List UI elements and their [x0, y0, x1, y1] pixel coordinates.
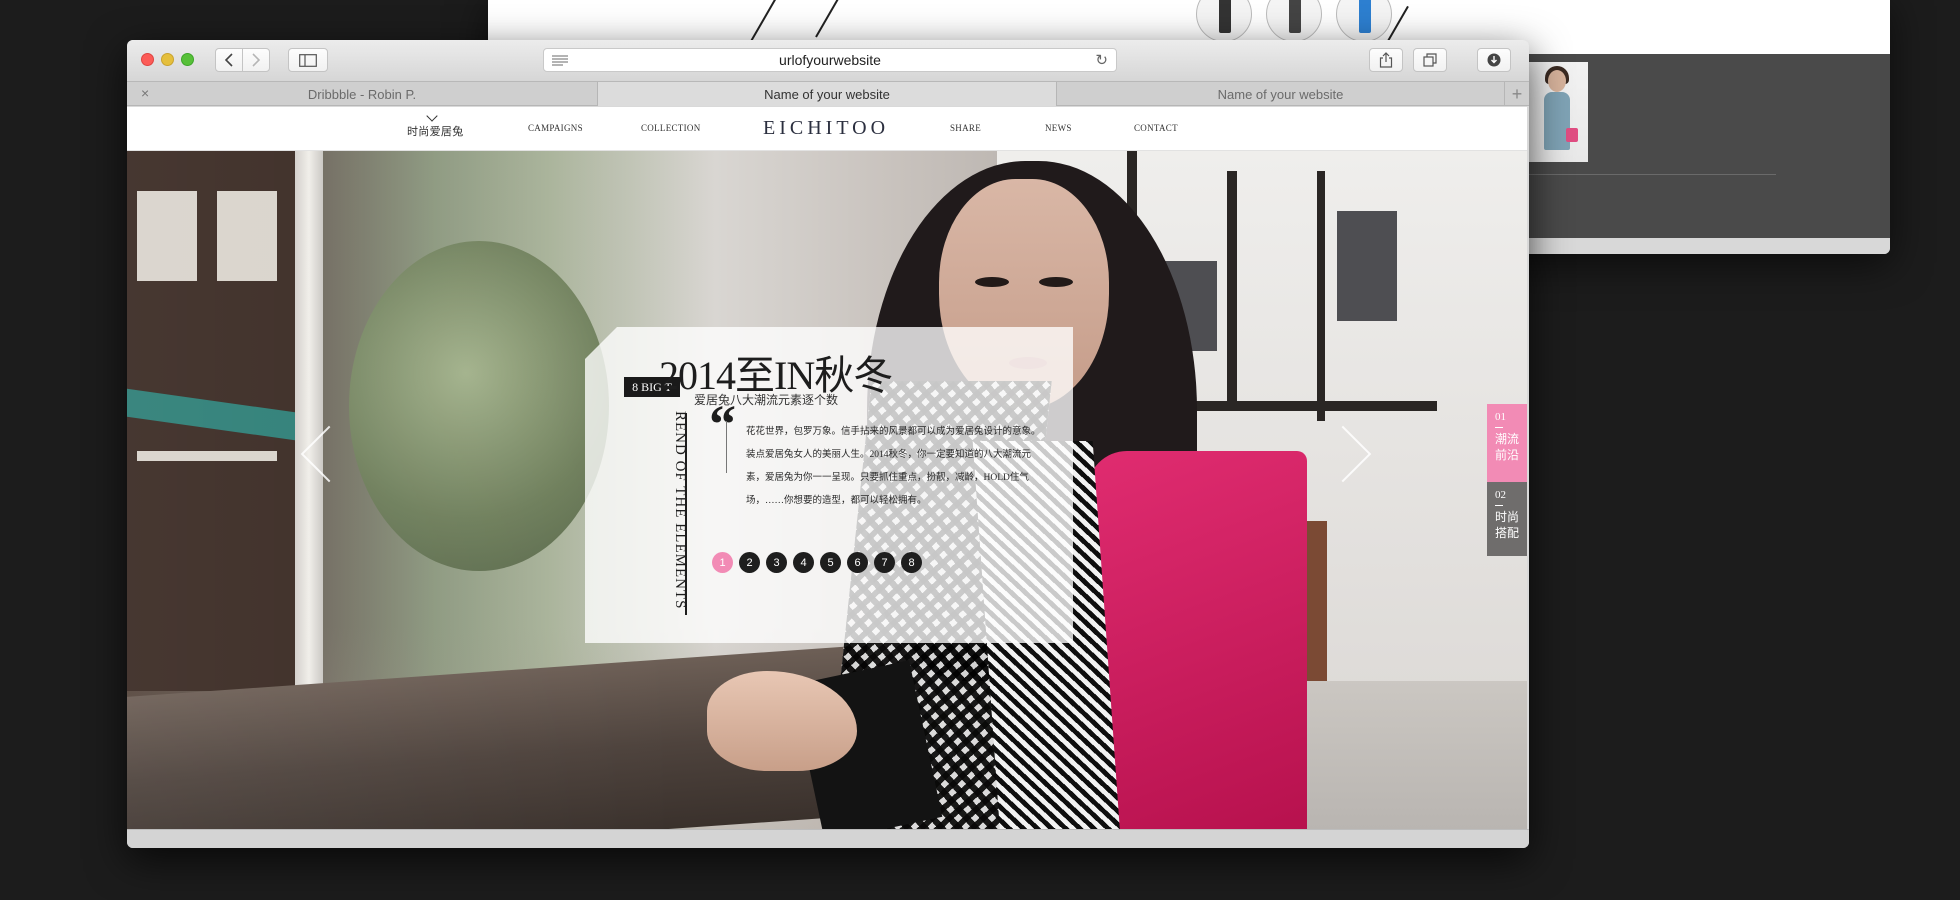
decorative-line — [815, 0, 847, 38]
tab-website-1[interactable]: Name of your website — [598, 82, 1057, 106]
site-navigation: 时尚爱居兔 CAMPAIGNS COLLECTION EICHITOO SHAR… — [127, 107, 1527, 151]
tab-dribbble[interactable]: × Dribbble - Robin P. — [127, 82, 598, 106]
page-dot-3[interactable]: 3 — [766, 552, 787, 573]
page-dot-5[interactable]: 5 — [820, 552, 841, 573]
side-tab-label: 时尚搭配 — [1495, 510, 1520, 540]
side-tab-trend[interactable]: 01 潮流前沿 — [1487, 404, 1527, 482]
side-tab-number: 01 — [1495, 411, 1506, 423]
close-window-button[interactable] — [141, 53, 154, 66]
address-bar[interactable]: urlofyourwebsite ↻ — [543, 48, 1117, 72]
page-dot-6[interactable]: 6 — [847, 552, 868, 573]
side-tab-number: 02 — [1495, 489, 1506, 501]
chevron-left-icon — [224, 53, 233, 67]
nav-collection[interactable]: COLLECTION — [641, 123, 701, 133]
nav-campaigns[interactable]: CAMPAIGNS — [528, 123, 583, 133]
reader-icon[interactable] — [552, 55, 568, 66]
tab-label: Name of your website — [1217, 86, 1344, 102]
page-dot-8[interactable]: 8 — [901, 552, 922, 573]
desktop: urlofyourwebsite ↻ × Dribbble - Robin P.… — [0, 0, 1960, 900]
divider — [1526, 174, 1776, 175]
sidebar-icon — [299, 53, 317, 67]
close-tab-icon[interactable]: × — [141, 85, 149, 101]
quote-icon: “ — [709, 394, 736, 454]
side-tab-label: 潮流前沿 — [1495, 432, 1520, 462]
divider — [685, 413, 687, 615]
tabs-overview-button[interactable] — [1413, 48, 1447, 72]
website-viewport: 时尚爱居兔 CAMPAIGNS COLLECTION EICHITOO SHAR… — [127, 107, 1527, 829]
nav-home[interactable]: 时尚爱居兔 — [407, 123, 464, 139]
zoom-window-button[interactable] — [181, 53, 194, 66]
browser-statusbar — [127, 829, 1529, 848]
hero-banner: 8 BIG T 2014至IN秋冬 爱居兔八大潮流元素逐个数 REND OF T… — [127, 151, 1527, 829]
page-dot-4[interactable]: 4 — [793, 552, 814, 573]
tabs-overview-icon — [1423, 53, 1437, 67]
download-icon — [1487, 53, 1501, 67]
browser-window: urlofyourwebsite ↻ × Dribbble - Robin P.… — [127, 40, 1529, 848]
url-text: urlofyourwebsite — [779, 52, 881, 68]
nav-share[interactable]: SHARE — [950, 123, 981, 133]
tab-website-2[interactable]: Name of your website — [1057, 82, 1505, 106]
nav-contact[interactable]: CONTACT — [1134, 123, 1178, 133]
tab-bar: × Dribbble - Robin P. Name of your websi… — [127, 82, 1529, 106]
product-thumbnail[interactable] — [1336, 0, 1392, 42]
forward-button[interactable] — [242, 48, 270, 72]
browser-toolbar: urlofyourwebsite ↻ — [127, 40, 1529, 82]
page-dot-1[interactable]: 1 — [712, 552, 733, 573]
product-thumbnail[interactable] — [1266, 0, 1322, 42]
chevron-right-icon — [252, 53, 261, 67]
page-dot-7[interactable]: 7 — [874, 552, 895, 573]
site-logo[interactable]: EICHITOO — [763, 117, 889, 140]
product-model-image[interactable] — [1526, 62, 1588, 162]
tab-label: Dribbble - Robin P. — [307, 86, 417, 102]
new-tab-icon[interactable]: + — [1505, 82, 1529, 106]
back-button[interactable] — [215, 48, 243, 72]
decorative-line — [749, 0, 781, 44]
chevron-down-icon — [426, 110, 438, 122]
share-button[interactable] — [1369, 48, 1403, 72]
product-thumbnail[interactable] — [1196, 0, 1252, 42]
side-tab-styling[interactable]: 02 时尚搭配 — [1487, 482, 1527, 556]
hero-paragraph: 花花世界，包罗万象。信手拈来的风景都可以成为爱居兔设计的意象。装点爱居兔女人的美… — [746, 427, 1041, 506]
reload-icon[interactable]: ↻ — [1095, 51, 1108, 69]
downloads-button[interactable] — [1477, 48, 1511, 72]
sidebar-toggle-button[interactable] — [288, 48, 328, 72]
tab-label: Name of your website — [764, 86, 890, 102]
share-icon — [1379, 52, 1393, 68]
nav-news[interactable]: NEWS — [1045, 123, 1072, 133]
page-dot-2[interactable]: 2 — [739, 552, 760, 573]
divider — [726, 421, 727, 473]
minimize-window-button[interactable] — [161, 53, 174, 66]
slide-pagination: 1 2 3 4 5 6 7 8 — [712, 552, 922, 573]
